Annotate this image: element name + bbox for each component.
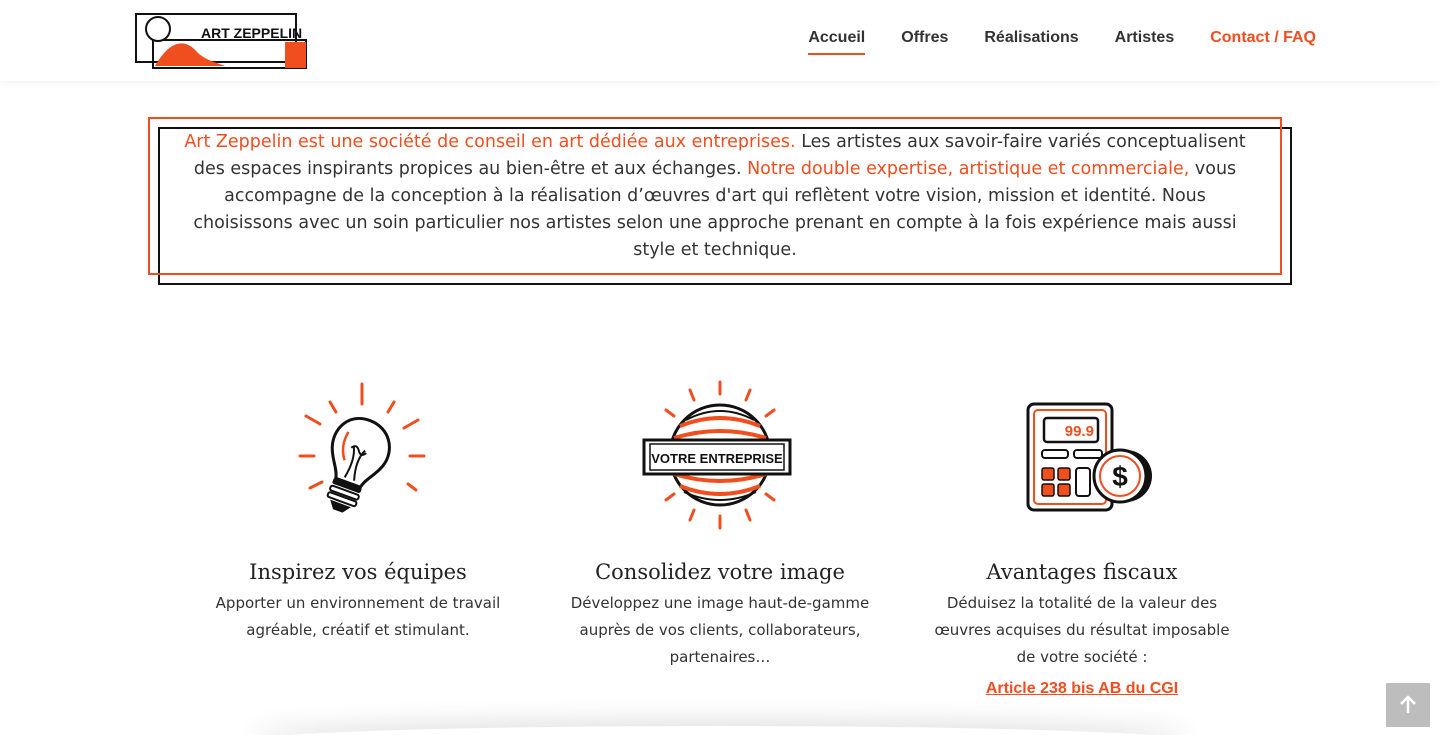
feature-title-avantages: Avantages fiscaux [986,560,1178,584]
feature-title-consolidez: Consolidez votre image [595,560,845,584]
scroll-to-top-button[interactable] [1386,683,1430,727]
intro-highlight-1: Art Zeppelin est une société de conseil … [184,131,796,152]
badge-text: VOTRE ENTREPRISE [651,451,783,466]
logo-text: ART ZEPPELIN [201,25,302,41]
intro-highlight-2: Notre double expertise, artistique et co… [747,158,1190,179]
nav-item-contact-faq[interactable]: Contact / FAQ [1210,29,1316,53]
lightbulb-icon [298,382,426,513]
svg-text:$: $ [1112,461,1128,492]
arrow-up-icon [1400,695,1416,713]
globe-badge-icon: VOTRE ENTREPRISE [642,380,792,530]
main-nav: Accueil Offres Réalisations Artistes Con… [808,29,1316,55]
desc-line: Déduisez la totalité de la valeur des [946,594,1218,612]
feature-desc-inspirez: Apporter un environnement de travail agr… [193,590,523,644]
feature-consolidez: VOTRE ENTREPRISE Consolidez votre image … [555,380,885,671]
desc-line: Apporter un environnement de travail [215,594,501,612]
article-238-link[interactable]: Article 238 bis AB du CGI [986,680,1178,698]
feature-avantages: 99.9 $ Avantages fiscaux Déduisez la tot… [917,380,1247,698]
calculator-display: 99.9 [1065,423,1094,440]
nav-item-artistes[interactable]: Artistes [1115,29,1175,53]
desc-line: partenaires… [669,648,771,666]
desc-line: Développez une image haut-de-gamme [570,594,870,612]
desc-line: de votre société : [1016,648,1148,666]
feature-inspirez: Inspirez vos équipes Apporter un environ… [193,380,523,644]
site-header: ART ZEPPELIN Accueil Offres Réalisations… [0,0,1440,81]
desc-line: auprès de vos clients, collaborateurs, [579,621,861,639]
feature-desc-avantages: Déduisez la totalité de la valeur des œu… [917,590,1247,671]
feature-desc-consolidez: Développez une image haut-de-gamme auprè… [555,590,885,671]
art-zeppelin-logo[interactable]: ART ZEPPELIN [135,12,310,70]
desc-line: œuvres acquises du résultat imposable [934,621,1230,639]
desc-line: agréable, créatif et stimulant. [246,621,470,639]
intro-paragraph: Art Zeppelin est une société de conseil … [174,129,1256,264]
calculator-icon: 99.9 $ [1026,402,1152,512]
nav-item-realisations[interactable]: Réalisations [984,29,1078,53]
intro-frame: Art Zeppelin est une société de conseil … [148,117,1282,275]
bottom-card-shadow [250,726,1190,735]
feature-title-inspirez: Inspirez vos équipes [249,560,467,584]
nav-item-accueil[interactable]: Accueil [808,29,865,55]
nav-item-offres[interactable]: Offres [901,29,948,53]
